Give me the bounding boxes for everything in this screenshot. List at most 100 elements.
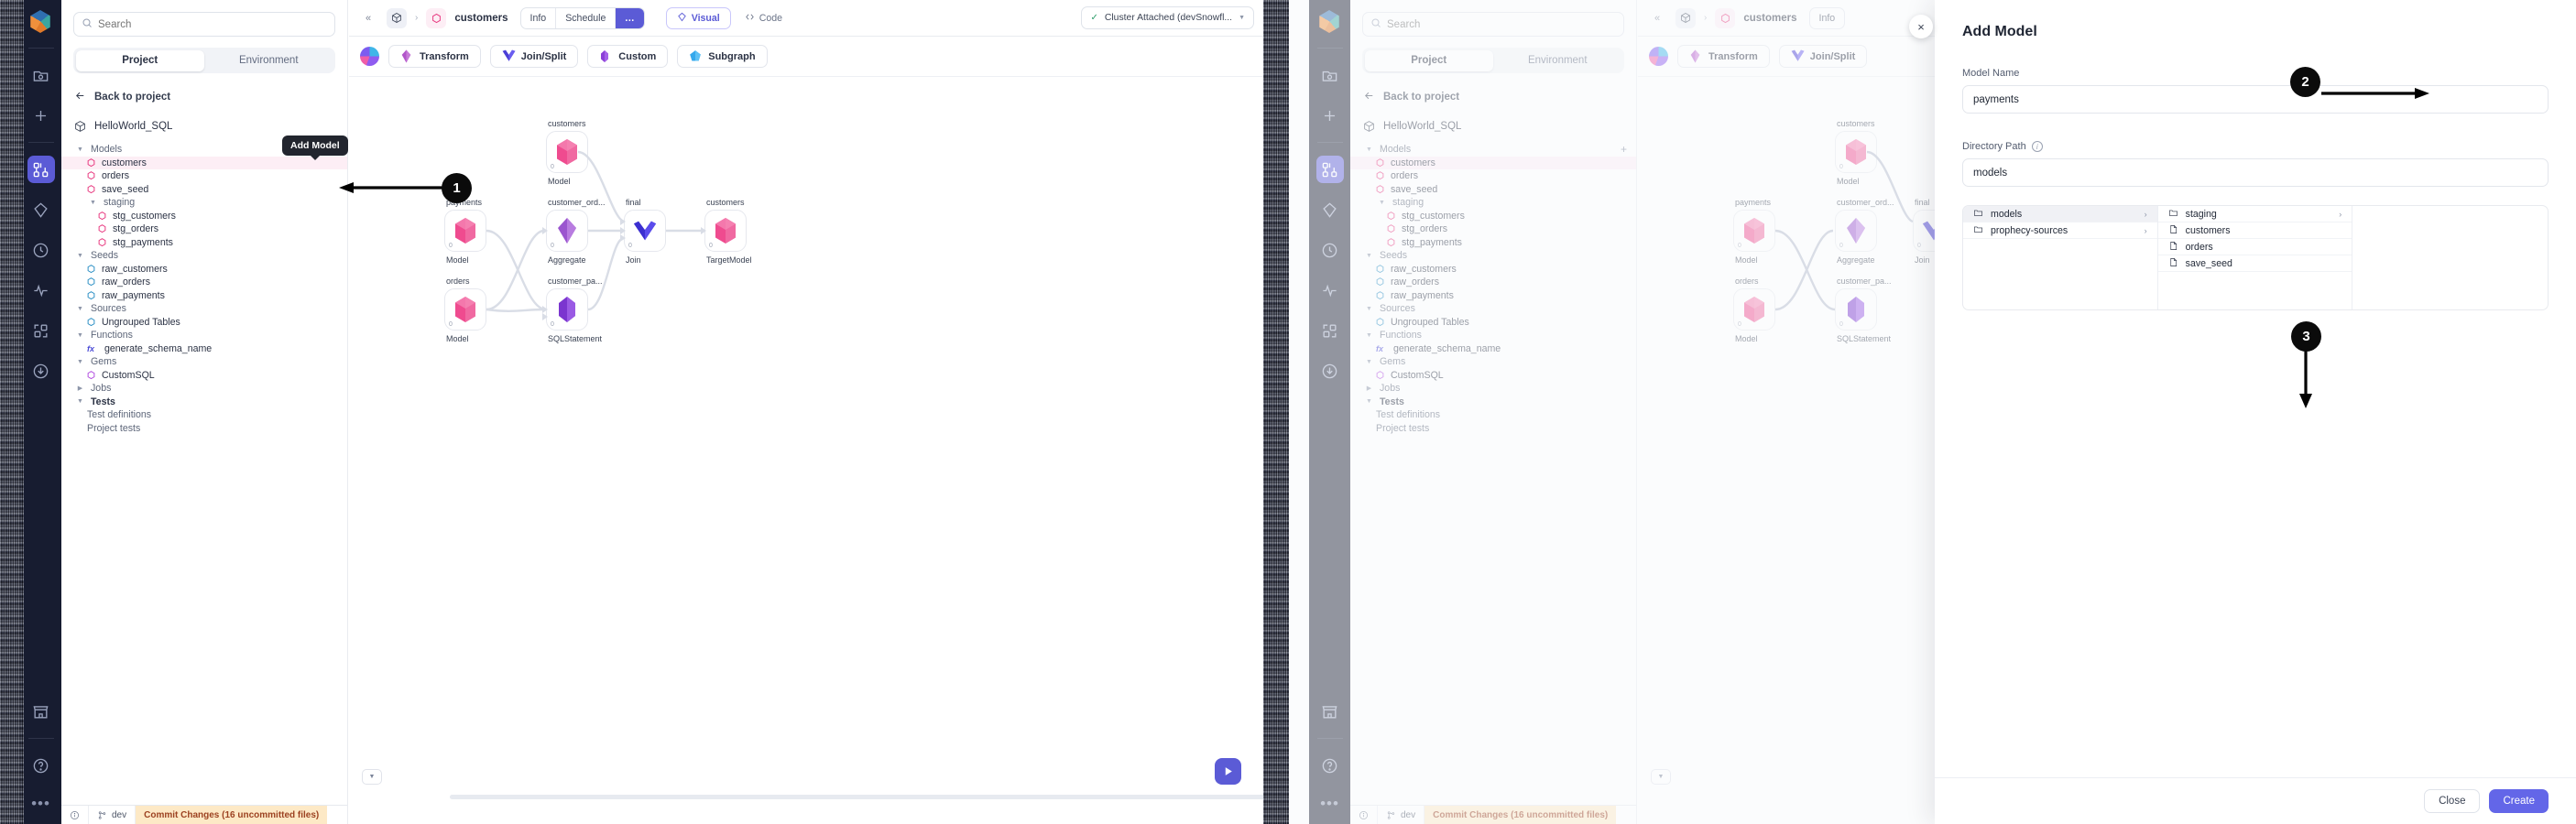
- view-mode-group: Visual Code: [665, 6, 792, 29]
- tree-item-label: Tests: [91, 396, 115, 407]
- tree-item-sources[interactable]: ▼ Sources: [61, 302, 347, 316]
- tree-item-label: stg_orders: [113, 223, 159, 235]
- gem-custom[interactable]: Custom: [587, 45, 669, 68]
- gem-palette-icon[interactable]: [360, 47, 379, 66]
- close-icon[interactable]: ×: [1909, 15, 1933, 38]
- pipeline-canvas-right[interactable]: 0paymentsModel0customersModel0customer_o…: [1638, 77, 2576, 805]
- tab-schedule[interactable]: Schedule: [556, 7, 617, 28]
- tree-item-seeds[interactable]: ▼ Seeds: [61, 249, 347, 263]
- tree-item-orders[interactable]: orders: [61, 169, 347, 183]
- tree-item-save-seed[interactable]: save_seed: [61, 183, 347, 197]
- tree-item-label: staging: [104, 197, 136, 209]
- status-bar: dev Commit Changes (16 uncommitted files…: [61, 805, 347, 824]
- tree-item-label: stg_customers: [113, 210, 176, 222]
- chevron-right-icon[interactable]: ▶: [74, 385, 86, 392]
- back-to-project-link[interactable]: Back to project: [74, 90, 347, 104]
- tree-item-staging[interactable]: ▼ staging: [61, 196, 347, 210]
- hexagon-icon: [87, 277, 95, 287]
- components-icon[interactable]: [27, 317, 55, 344]
- chevron-down-icon[interactable]: ▼: [74, 146, 86, 153]
- collapse-sidebar-button[interactable]: «: [358, 8, 378, 28]
- marketplace-icon[interactable]: [27, 698, 55, 725]
- tree-item-stg-customers[interactable]: stg_customers: [61, 210, 347, 223]
- cluster-label: Cluster Attached (devSnowfl...: [1104, 13, 1233, 23]
- tree-item-test-definitions[interactable]: Test definitions: [61, 408, 347, 422]
- rail-divider-2: [27, 142, 54, 143]
- tab-environment[interactable]: Environment: [204, 50, 333, 71]
- chevron-down-icon[interactable]: ▼: [74, 253, 86, 259]
- tree-item-label: raw_payments: [102, 289, 165, 301]
- graph-edges: [486, 150, 706, 320]
- gem-transform-label: Transform: [420, 50, 469, 62]
- search-input[interactable]: [98, 18, 327, 30]
- history-icon[interactable]: [27, 236, 55, 264]
- more-icon[interactable]: •••: [31, 786, 50, 817]
- pipeline-canvas[interactable]: 0 payments Model 0 customers Model 0 customer_o…: [349, 77, 1263, 805]
- search-box[interactable]: [73, 12, 335, 37]
- tab-project[interactable]: Project: [75, 49, 204, 71]
- annotation-badge-3: 3: [2291, 321, 2321, 352]
- tree-item-label: Seeds: [91, 250, 119, 262]
- hexagon-icon: [98, 237, 106, 247]
- status-info[interactable]: [61, 805, 89, 824]
- tree-item-customsql[interactable]: CustomSQL: [61, 369, 347, 383]
- tree-item-raw-orders[interactable]: raw_orders: [61, 276, 347, 289]
- chevron-down-icon[interactable]: ▼: [74, 359, 86, 365]
- tree-item-stg-orders[interactable]: stg_orders: [61, 222, 347, 236]
- chevron-down-icon[interactable]: ▼: [74, 398, 86, 405]
- tab-info[interactable]: Info: [521, 7, 557, 28]
- gem-join-split[interactable]: Join/Split: [489, 45, 579, 68]
- noise-edge-middle: [1263, 0, 1289, 824]
- tree-item-label: generate_schema_name: [104, 342, 213, 354]
- branch-indicator[interactable]: dev: [89, 805, 136, 824]
- help-icon[interactable]: [27, 752, 55, 779]
- tree-item-raw-payments[interactable]: raw_payments: [61, 289, 347, 303]
- icon-rail: •••: [20, 0, 61, 824]
- view-visual-label: Visual: [691, 12, 720, 24]
- hexagon-icon: [87, 184, 95, 194]
- tree-item-ungrouped-tables[interactable]: Ungrouped Tables: [61, 316, 347, 330]
- tree-item-project-tests[interactable]: Project tests: [61, 422, 347, 436]
- tree-item-jobs[interactable]: ▶ Jobs: [61, 382, 347, 396]
- chevron-down-icon[interactable]: ▼: [87, 200, 99, 206]
- tree-item-functions[interactable]: ▼ Functions: [61, 329, 347, 342]
- tree-item-stg-payments[interactable]: stg_payments: [61, 236, 347, 250]
- arrow-left-icon: [74, 90, 86, 104]
- breadcrumb-project-icon[interactable]: [387, 7, 407, 28]
- tree-item-label: Sources: [91, 303, 126, 315]
- tree-item-raw-customers[interactable]: raw_customers: [61, 263, 347, 276]
- subgraph-shape-icon: [689, 49, 702, 63]
- tab-more-button[interactable]: ...: [616, 7, 644, 28]
- chevron-down-icon[interactable]: ▼: [74, 306, 86, 312]
- annotation-3-arrow: [2299, 348, 2312, 408]
- tree-item-tests[interactable]: ▼ Tests: [61, 396, 347, 409]
- projects-icon[interactable]: [27, 61, 55, 89]
- monitoring-icon[interactable]: [27, 276, 55, 304]
- tree-item-customers[interactable]: customers: [61, 156, 347, 169]
- chevron-down-icon[interactable]: ▼: [74, 332, 86, 339]
- breadcrumb-model-icon: [426, 7, 447, 28]
- tree-item-gems[interactable]: ▼ Gems: [61, 355, 347, 369]
- view-code[interactable]: Code: [735, 7, 792, 29]
- left-screenshot-panel: ••• Project Environment Back to project …: [0, 0, 1287, 824]
- gem-subgraph[interactable]: Subgraph: [677, 45, 768, 68]
- download-icon[interactable]: [27, 357, 55, 385]
- tree-item-generate-schema-name[interactable]: fx generate_schema_name: [61, 342, 347, 356]
- pipelines-icon[interactable]: [27, 156, 55, 183]
- hexagon-icon: [98, 211, 106, 221]
- hexagon-icon: [87, 317, 95, 327]
- commit-changes-button[interactable]: Commit Changes (16 uncommitted files): [136, 805, 328, 824]
- view-visual[interactable]: Visual: [665, 6, 731, 29]
- cluster-selector[interactable]: ✓ Cluster Attached (devSnowfl... ▼: [1081, 6, 1254, 29]
- tree-item-label: orders: [102, 170, 130, 182]
- hexagon-icon: [98, 224, 106, 233]
- project-name: HelloWorld_SQL: [94, 121, 173, 132]
- gem-icon[interactable]: [27, 196, 55, 223]
- tree-item-label: customers: [102, 157, 147, 168]
- add-icon[interactable]: [27, 102, 55, 129]
- project-row[interactable]: HelloWorld_SQL: [74, 120, 347, 133]
- code-icon: [745, 12, 755, 25]
- gem-transform[interactable]: Transform: [388, 45, 481, 68]
- tree-item-label: Test definitions: [87, 409, 152, 421]
- noise-edge-left: [0, 0, 24, 824]
